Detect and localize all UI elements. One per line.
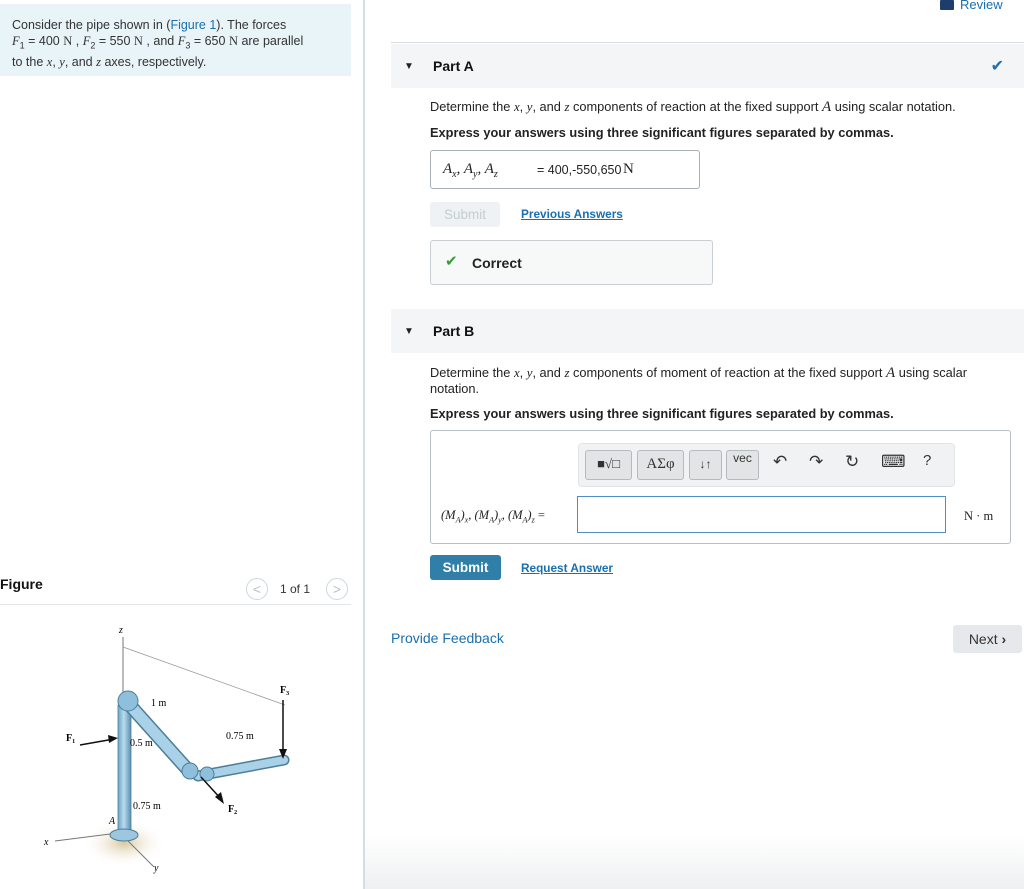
book-icon bbox=[940, 0, 954, 10]
math-toolbar: ■√□ ΑΣφ ↓↑ vec ↶ ↷ ↻ ⌨ ? bbox=[578, 443, 955, 487]
provide-feedback-link[interactable]: Provide Feedback bbox=[391, 630, 504, 646]
part-a-instruction: Express your answers using three signifi… bbox=[430, 125, 894, 140]
part-b-header[interactable]: ▼ Part B bbox=[391, 309, 1024, 353]
panel-divider bbox=[363, 0, 365, 889]
part-b-answer-input[interactable] bbox=[577, 496, 946, 533]
part-a-question: Determine the x, y, and z components of … bbox=[430, 99, 956, 115]
bottom-fade bbox=[365, 835, 1024, 889]
figure-link[interactable]: Figure 1 bbox=[170, 18, 216, 32]
previous-answers-link[interactable]: Previous Answers bbox=[521, 207, 623, 221]
correct-feedback-box: ✔ Correct bbox=[430, 240, 713, 285]
greek-symbols-button[interactable]: ΑΣφ bbox=[637, 450, 684, 480]
review-link[interactable]: Review bbox=[940, 0, 1003, 12]
templates-button[interactable]: ■√□ bbox=[585, 450, 632, 480]
dim-075m-vertical-label: 0.75 m bbox=[133, 801, 161, 812]
figure-next-button[interactable]: > bbox=[326, 578, 348, 600]
part-b-input-label: (MA)x, (MA)y, (MA)z = bbox=[441, 508, 545, 525]
support-flange bbox=[109, 828, 139, 842]
part-b-submit-button[interactable]: Submit bbox=[430, 555, 501, 580]
vertical-pipe bbox=[117, 704, 132, 836]
elbow-top bbox=[117, 690, 139, 712]
answer-unit: N bbox=[623, 161, 634, 177]
elbow-mid bbox=[181, 762, 199, 780]
part-a-answer-field: Ax, Ay, Az = 400,-550,650 N bbox=[430, 150, 700, 189]
problem-statement: Consider the pipe shown in (Figure 1). T… bbox=[12, 18, 304, 69]
part-b-instruction: Express your answers using three signifi… bbox=[430, 406, 894, 421]
force-f1-arrowhead bbox=[108, 735, 118, 743]
next-button[interactable]: Next › bbox=[953, 625, 1022, 653]
dim-05m-label: 0.5 m bbox=[130, 738, 153, 749]
checkmark-icon: ✔ bbox=[990, 58, 1004, 75]
keyboard-icon[interactable]: ⌨ bbox=[881, 452, 906, 472]
vector-button[interactable]: vec bbox=[726, 450, 759, 480]
x-axis-label: x bbox=[43, 837, 49, 848]
z-axis-label: z bbox=[118, 625, 123, 636]
part-a-header[interactable]: ▼ Part A ✔ bbox=[391, 44, 1024, 88]
part-b-unit: N · m bbox=[964, 509, 994, 523]
f3-label: F3 bbox=[280, 685, 289, 697]
check-icon: ✔ bbox=[445, 253, 458, 270]
figure-counter: 1 of 1 bbox=[280, 582, 311, 596]
collapse-triangle-icon[interactable]: ▼ bbox=[404, 326, 414, 337]
request-answer-link[interactable]: Request Answer bbox=[521, 561, 613, 575]
undo-icon[interactable]: ↶ bbox=[773, 452, 787, 472]
reset-icon[interactable]: ↻ bbox=[845, 452, 859, 472]
part-a-title: Part A bbox=[433, 58, 474, 74]
part-a-submit-button: Submit bbox=[430, 202, 500, 227]
help-button[interactable]: ? bbox=[923, 452, 931, 469]
part-b-title: Part B bbox=[433, 323, 475, 339]
collapse-triangle-icon[interactable]: ▼ bbox=[404, 61, 414, 72]
answer-variables-label: Ax, Ay, Az bbox=[443, 161, 498, 180]
arrows-button[interactable]: ↓↑ bbox=[689, 450, 722, 480]
pipe-figure: z x y F1 F2 F3 A 1 m 0.5 m 0.75 m 0.75 m bbox=[43, 625, 290, 874]
support-a-label: A bbox=[108, 816, 116, 827]
guide-line bbox=[122, 646, 286, 706]
f2-label: F2 bbox=[228, 804, 237, 816]
dim-1m-label: 1 m bbox=[151, 698, 167, 709]
answer-value: = 400,-550,650 bbox=[537, 163, 622, 177]
y-axis-label: y bbox=[153, 863, 159, 874]
figure-heading: Figure bbox=[0, 576, 43, 592]
diagonal-pipe bbox=[122, 697, 194, 776]
part-b-question: Determine the x, y, and z components of … bbox=[430, 365, 968, 396]
figure-prev-button[interactable]: < bbox=[246, 578, 268, 600]
redo-icon[interactable]: ↷ bbox=[809, 452, 823, 472]
chevron-right-icon: › bbox=[1001, 631, 1007, 647]
correct-label: Correct bbox=[472, 255, 522, 271]
f1-label: F1 bbox=[66, 733, 75, 745]
dim-075m-horizontal-label: 0.75 m bbox=[226, 731, 254, 742]
top-divider bbox=[391, 42, 1024, 43]
